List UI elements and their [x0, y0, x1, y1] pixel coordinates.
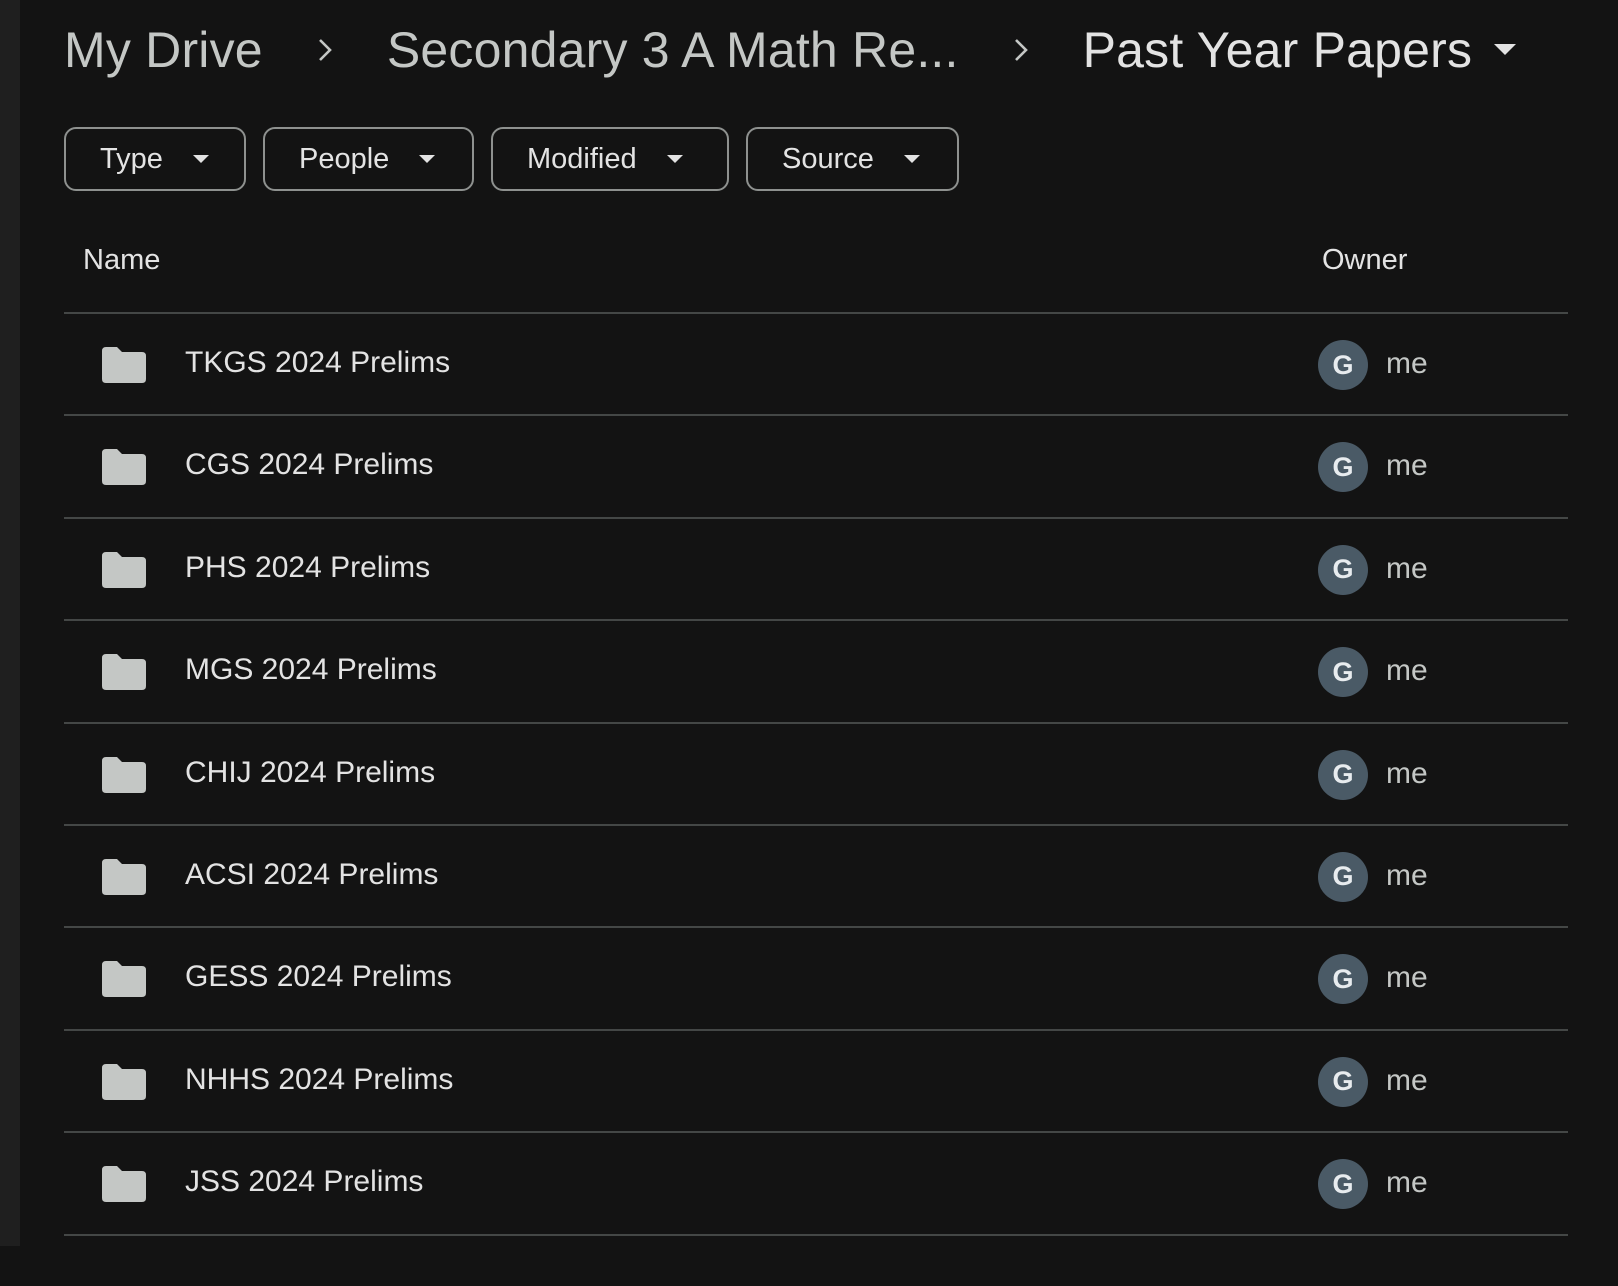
folder-name: GESS 2024 Prelims [185, 960, 452, 994]
breadcrumb-past-year-papers: Past Year Papers [1082, 22, 1473, 78]
filter-source-button[interactable]: Source [746, 127, 959, 191]
folder-name: PHS 2024 Prelims [185, 550, 431, 584]
owner-name: me [1386, 1166, 1428, 1200]
folder-name: ACSI 2024 Prelims [185, 857, 439, 891]
filter-chips: Type People Modified Source [64, 127, 959, 191]
table-row[interactable]: CGS 2024 Prelims Gme [64, 416, 1568, 519]
chevron-right-icon [313, 38, 337, 62]
owner-avatar[interactable]: G [1318, 1056, 1368, 1107]
folder-icon [102, 449, 146, 486]
folder-name: CGS 2024 Prelims [185, 448, 434, 482]
owner-name: me [1386, 551, 1428, 585]
folder-icon [102, 654, 146, 691]
owner-avatar[interactable]: G [1318, 647, 1368, 698]
owner-avatar[interactable]: G [1318, 442, 1368, 493]
caret-down-icon [1494, 44, 1517, 56]
folder-name: NHHS 2024 Prelims [185, 1062, 454, 1096]
owner-name: me [1386, 1063, 1428, 1097]
filter-source-label: Source [782, 142, 874, 175]
folder-icon [102, 1166, 146, 1203]
column-header-name[interactable]: Name [83, 244, 160, 277]
owner-name: me [1386, 756, 1428, 790]
table-row[interactable]: MGS 2024 Prelims Gme [64, 621, 1568, 724]
breadcrumb: My Drive Secondary 3 A Math Re... Past Y… [64, 16, 1517, 84]
breadcrumb-current-folder-menu[interactable]: Past Year Papers [1083, 16, 1517, 84]
caret-down-icon [192, 154, 209, 164]
chevron-right-icon [1009, 38, 1033, 62]
folder-icon [102, 1063, 146, 1100]
owner-name: me [1386, 347, 1428, 380]
filter-people-label: People [299, 142, 390, 175]
table-row[interactable]: ACSI 2024 Prelims Gme [64, 826, 1568, 929]
column-header-owner: Owner [1322, 244, 1408, 276]
folder-name: JSS 2024 Prelims [185, 1165, 424, 1199]
table-row[interactable]: TKGS 2024 Prelims Gme [64, 314, 1568, 417]
caret-down-icon [419, 154, 436, 164]
filter-type-label: Type [100, 142, 163, 175]
caret-down-icon [903, 154, 920, 164]
owner-avatar[interactable]: G [1318, 851, 1368, 902]
caret-down-icon [666, 154, 683, 164]
breadcrumb-secondary-3-a-math[interactable]: Secondary 3 A Math Re... [387, 16, 959, 84]
filter-modified-label: Modified [527, 142, 637, 175]
folder-icon [102, 551, 146, 588]
table-row[interactable]: NHHS 2024 Prelims Gme [64, 1031, 1568, 1134]
table-row[interactable]: PHS 2024 Prelims Gme [64, 519, 1568, 622]
owner-name: me [1386, 858, 1428, 892]
folder-icon [102, 961, 146, 998]
table-header: Name Owner [64, 230, 1568, 314]
owner-avatar[interactable]: G [1318, 954, 1368, 1005]
owner-avatar[interactable]: G [1318, 1159, 1368, 1210]
owner-avatar[interactable]: G [1318, 749, 1368, 800]
folder-name: MGS 2024 Prelims [185, 653, 437, 687]
filter-people-button[interactable]: People [263, 127, 474, 191]
breadcrumb-my-drive[interactable]: My Drive [64, 16, 263, 84]
table-row[interactable]: GESS 2024 Prelims Gme [64, 928, 1568, 1031]
main-content: My Drive Secondary 3 A Math Re... Past Y… [64, 0, 1568, 1246]
left-nav-edge [0, 0, 20, 1246]
table-row[interactable]: JSS 2024 Prelims Gme [64, 1133, 1568, 1236]
owner-avatar[interactable]: G [1318, 544, 1368, 595]
table-row[interactable]: CHIJ 2024 Prelims Gme [64, 724, 1568, 826]
folder-name: TKGS 2024 Prelims [185, 346, 451, 379]
folder-icon [102, 347, 146, 383]
owner-name: me [1386, 961, 1428, 995]
owner-name: me [1386, 449, 1428, 483]
file-list: TKGS 2024 Prelims Gme CGS 2024 Prelims Gme P… [64, 314, 1568, 1236]
owner-name: me [1386, 654, 1428, 688]
folder-icon [102, 858, 146, 895]
filter-modified-button[interactable]: Modified [491, 127, 729, 191]
filter-type-button[interactable]: Type [64, 127, 246, 191]
owner-avatar[interactable]: G [1318, 340, 1368, 390]
folder-name: CHIJ 2024 Prelims [185, 755, 436, 789]
folder-icon [102, 756, 146, 793]
